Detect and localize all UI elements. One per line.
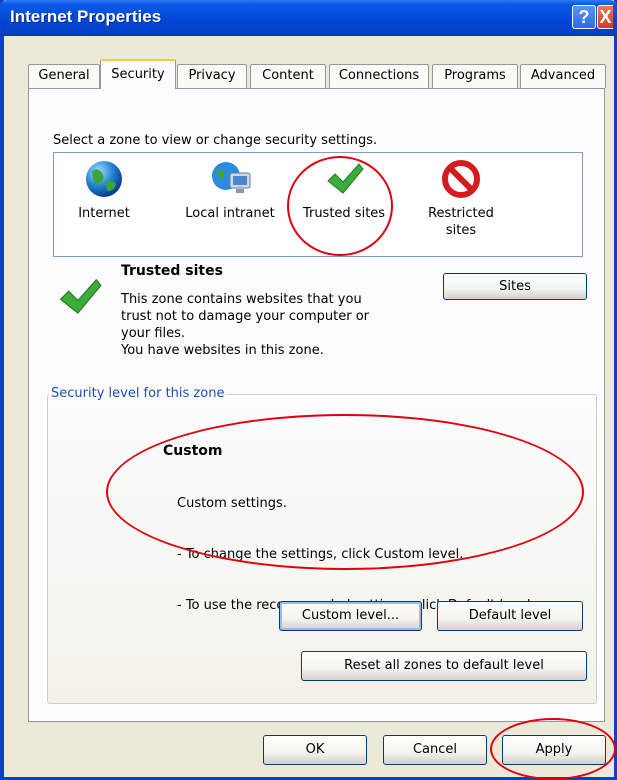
network-globe-icon xyxy=(210,159,251,199)
tab-connections[interactable]: Connections xyxy=(329,64,429,88)
ok-button[interactable]: OK xyxy=(263,735,367,765)
tab-security[interactable]: Security xyxy=(100,59,176,89)
default-level-button[interactable]: Default level xyxy=(437,601,583,631)
detail-desc-line: trust not to damage your computer or xyxy=(121,309,370,324)
detail-desc-line: This zone contains websites that you xyxy=(121,292,362,307)
reset-all-zones-button-label: Reset all zones to default level xyxy=(344,658,544,673)
cancel-button-label: Cancel xyxy=(412,742,458,757)
zone-label-restricted-line1: Restricted xyxy=(428,206,494,221)
zone-label-local-intranet: Local intranet xyxy=(185,206,275,221)
zone-detail-description: This zone contains websites that you tru… xyxy=(121,291,431,359)
tab-advanced[interactable]: Advanced xyxy=(520,64,606,88)
tab-general[interactable]: General xyxy=(28,64,100,88)
reset-all-zones-button[interactable]: Reset all zones to default level xyxy=(301,651,587,681)
trusted-sites-large-checkmark-icon xyxy=(55,274,103,324)
zone-restricted-sites[interactable]: Restricted sites xyxy=(416,159,506,239)
detail-desc-line: your files. xyxy=(121,326,186,341)
detail-desc-line: You have websites in this zone. xyxy=(121,343,324,358)
security-level-line: Custom settings. xyxy=(177,496,287,511)
globe-icon xyxy=(84,159,124,199)
internet-properties-window: Internet Properties ? X General Security… xyxy=(0,0,617,780)
tab-programs[interactable]: Programs xyxy=(432,64,518,88)
default-level-button-label: Default level xyxy=(468,608,552,623)
window-title: Internet Properties xyxy=(10,7,162,26)
zone-label-trusted-sites: Trusted sites xyxy=(302,206,386,221)
zone-detail-title: Trusted sites xyxy=(121,263,223,279)
custom-level-button-label: Custom level... xyxy=(301,608,400,623)
custom-level-button[interactable]: Custom level... xyxy=(279,601,422,631)
zone-trusted-sites[interactable]: Trusted sites xyxy=(294,159,394,222)
zone-internet[interactable]: Internet xyxy=(62,159,146,222)
security-level-title: Custom xyxy=(163,443,223,459)
apply-button[interactable]: Apply xyxy=(502,735,606,765)
security-level-group-title: Security level for this zone xyxy=(49,386,227,401)
zone-label-restricted-line2: sites xyxy=(445,223,477,238)
title-bar[interactable]: Internet Properties ? X xyxy=(0,0,617,36)
security-level-line: - To change the settings, click Custom l… xyxy=(177,547,464,562)
apply-button-label: Apply xyxy=(535,742,573,757)
ok-button-label: OK xyxy=(305,742,325,757)
sites-button-label: Sites xyxy=(499,279,531,294)
checkmark-icon xyxy=(324,159,364,199)
prohibited-icon xyxy=(441,159,481,199)
security-tab-panel: Select a zone to view or change security… xyxy=(28,88,605,722)
zone-prompt: Select a zone to view or change security… xyxy=(53,133,378,148)
close-button[interactable]: X xyxy=(597,5,613,29)
tab-privacy[interactable]: Privacy xyxy=(177,64,247,88)
zone-label-internet: Internet xyxy=(78,206,130,221)
sites-button[interactable]: Sites xyxy=(443,273,587,300)
zone-list: Internet Local intranet Trusted sites Re… xyxy=(53,152,583,257)
help-button[interactable]: ? xyxy=(572,5,596,29)
tab-content[interactable]: Content xyxy=(250,64,326,88)
zone-local-intranet[interactable]: Local intranet xyxy=(172,159,288,222)
cancel-button[interactable]: Cancel xyxy=(383,735,487,765)
